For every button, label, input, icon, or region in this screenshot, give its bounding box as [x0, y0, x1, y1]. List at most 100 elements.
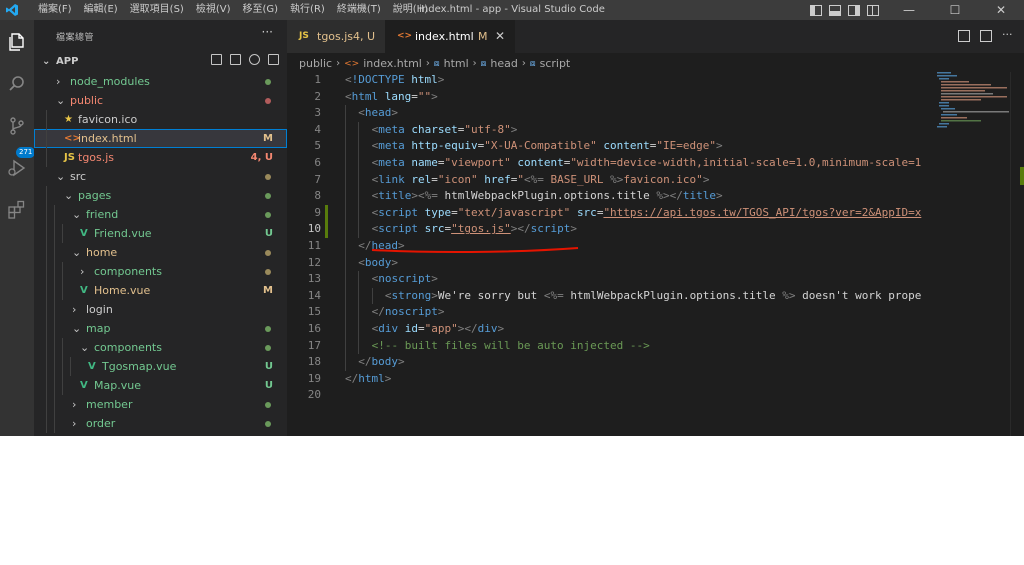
run-debug-icon[interactable] [6, 157, 28, 179]
tree-item-src[interactable]: ⌄ src [34, 167, 287, 186]
code-line[interactable]: 2 <html lang=""> [287, 89, 929, 106]
window-controls: — ☐ ✕ [810, 0, 1024, 20]
code-token: title [682, 189, 717, 203]
search-icon[interactable] [6, 73, 28, 95]
code-token: "" [417, 89, 432, 103]
tab-tgos-js[interactable]: JS tgos.js 4, U [287, 20, 386, 53]
tree-item-tgos-js[interactable]: JS tgos.js 4, U [34, 148, 287, 167]
customize-layout-icon[interactable] [867, 4, 879, 16]
vscode-logo-icon [6, 4, 18, 16]
code-token: > [431, 272, 438, 286]
indent-guide [345, 337, 346, 355]
file-tree: › node_modules ⌄ public ★ favicon.ico <> index.… [34, 72, 287, 433]
tab-index-html[interactable]: <> index.html M ✕ [385, 20, 515, 53]
menu-item[interactable]: 移至(G) [237, 0, 285, 20]
code-text: </html> [345, 371, 391, 388]
tree-item-label: node_modules [70, 75, 150, 88]
tree-item-home[interactable]: ⌄ home [34, 243, 287, 262]
menu-item[interactable]: 執行(R) [284, 0, 331, 20]
new-folder-icon[interactable] [230, 54, 241, 65]
line-number: 10 [307, 222, 321, 236]
indent-guide [46, 129, 47, 148]
refresh-icon[interactable] [249, 54, 260, 65]
tree-item-favicon-ico[interactable]: ★ favicon.ico [34, 110, 287, 129]
tree-item-node-modules[interactable]: › node_modules [34, 72, 287, 91]
menu-item[interactable]: 檢視(V) [190, 0, 237, 20]
code-line[interactable]: 14 <strong>We're sorry but <%= htmlWebpac… [287, 287, 929, 305]
indent-guide [54, 205, 55, 224]
code-line[interactable]: 9 <script type="text/javascript" src="htt… [287, 204, 929, 222]
tree-item-login[interactable]: › login [34, 300, 287, 319]
tree-item-friend[interactable]: ⌄ friend [34, 205, 287, 224]
code-text: <head> [358, 105, 398, 122]
code-line[interactable]: 8 <title><%= htmlWebpackPlugin.options.ti… [287, 188, 929, 205]
code-line[interactable]: 3 <head> [287, 105, 929, 122]
code-line[interactable]: 1 <!DOCTYPE html> [287, 72, 929, 89]
menu-item[interactable]: 檔案(F) [32, 0, 78, 20]
tab-bar: JS tgos.js 4, U <> index.html M ✕ ··· [287, 20, 1024, 53]
tree-item-map[interactable]: ⌄ map [34, 319, 287, 338]
tree-item-home-vue[interactable]: V Home.vue M [34, 281, 287, 300]
tab-label: tgos.js [317, 30, 354, 43]
breadcrumb-item[interactable]: html [444, 55, 469, 73]
open-changes-icon[interactable] [958, 30, 970, 42]
code-line[interactable]: 20 [287, 387, 929, 404]
code-line[interactable]: 4 <meta charset="utf-8"> [287, 121, 929, 139]
vertical-scrollbar[interactable] [1010, 72, 1024, 436]
close-tab-icon[interactable]: ✕ [495, 20, 505, 53]
element-symbol-icon: ⧈ [529, 59, 536, 69]
tree-item-order[interactable]: › order [34, 414, 287, 433]
collapse-all-icon[interactable] [268, 54, 279, 65]
menu-item[interactable]: 說明(H) [387, 0, 434, 20]
code-line[interactable]: 12 <body> [287, 254, 929, 272]
breadcrumb-item[interactable]: head [490, 55, 517, 73]
close-window-button[interactable]: ✕ [978, 0, 1024, 20]
indent-guide [46, 281, 47, 300]
more-actions-button[interactable]: ··· [262, 25, 273, 39]
code-line[interactable]: 15 </noscript> [287, 304, 929, 321]
code-line[interactable]: 10 <script src="tgos.js"></script> [287, 221, 929, 238]
minimap[interactable] [929, 72, 1009, 436]
git-status-badge: U [264, 380, 273, 391]
tree-item-pages[interactable]: ⌄ pages [34, 186, 287, 205]
menu-item[interactable]: 選取項目(S) [124, 0, 190, 20]
tree-item-friend-vue[interactable]: V Friend.vue U [34, 224, 287, 243]
indent-guide [46, 186, 47, 205]
more-actions-icon[interactable]: ··· [1002, 29, 1014, 42]
toggle-panel-icon[interactable] [829, 4, 841, 16]
breadcrumb-item[interactable]: public [299, 55, 332, 73]
code-line[interactable]: 17 <!-- built files will be auto injected… [287, 337, 929, 355]
code-line[interactable]: 18 </body> [287, 354, 929, 371]
extensions-icon[interactable] [6, 199, 28, 221]
indent-guide [358, 337, 360, 355]
tree-item-index-html[interactable]: <> index.html M [34, 129, 287, 148]
toggle-secondary-sidebar-icon[interactable] [848, 4, 860, 16]
explorer-icon[interactable] [6, 31, 28, 53]
code-line[interactable]: 13 <noscript> [287, 271, 929, 288]
code-token: = [417, 321, 425, 335]
code-line[interactable]: 7 <link rel="icon" href="<%= BASE_URL %>f… [287, 171, 929, 189]
tree-item-map-vue[interactable]: V Map.vue U [34, 376, 287, 395]
minimize-button[interactable]: — [886, 0, 932, 20]
tree-item-tgosmap-vue[interactable]: V Tgosmap.vue U [34, 357, 287, 376]
code-token: favicon.ico" [623, 172, 703, 186]
code-line[interactable]: 6 <meta name="viewport" content="width=de… [287, 154, 929, 172]
code-line[interactable]: 19 </html> [287, 371, 929, 388]
tree-item-components[interactable]: › components [34, 262, 287, 281]
new-file-icon[interactable] [211, 54, 222, 65]
breadcrumb-item[interactable]: index.html [363, 55, 422, 73]
tree-item-components[interactable]: ⌄ components [34, 338, 287, 357]
tree-item-public[interactable]: ⌄ public [34, 91, 287, 110]
menu-item[interactable]: 編輯(E) [78, 0, 124, 20]
breadcrumb-item[interactable]: script [540, 55, 571, 73]
source-control-icon[interactable] [6, 115, 28, 137]
tree-item-member[interactable]: › member [34, 395, 287, 414]
indent-guide [54, 281, 55, 300]
toggle-sidebar-icon[interactable] [810, 4, 822, 16]
split-editor-icon[interactable] [980, 30, 992, 42]
maximize-button[interactable]: ☐ [932, 0, 978, 20]
code-token: lang [384, 89, 412, 103]
code-line[interactable]: 16 <div id="app"></div> [287, 320, 929, 338]
menu-item[interactable]: 終端機(T) [331, 0, 387, 20]
code-line[interactable]: 5 <meta http-equiv="X-UA-Compatible" cont… [287, 138, 929, 155]
